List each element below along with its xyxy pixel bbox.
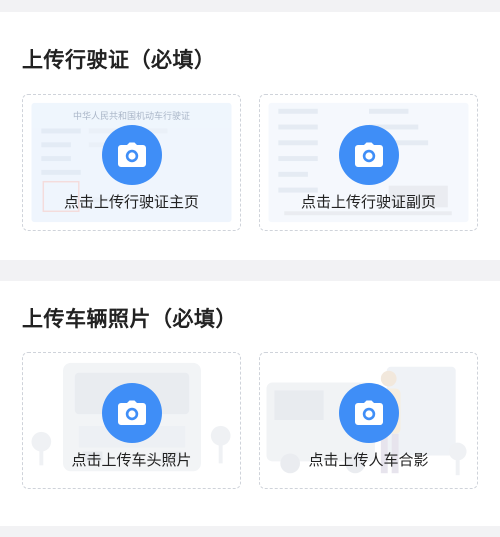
- section-title: 上传行驶证（必填）: [22, 48, 216, 72]
- upload-license-front-button[interactable]: 中华人民共和国机动车行驶证 点击上传行驶证主页: [22, 94, 241, 231]
- camera-icon: [101, 125, 162, 185]
- license-art-title: 中华人民共和国机动车行驶证: [72, 112, 190, 122]
- upload-label: 点击上传行驶证副页: [300, 193, 436, 211]
- upload-label: 点击上传行驶证主页: [63, 193, 199, 211]
- camera-icon: [101, 383, 162, 443]
- upload-label: 点击上传车头照片: [71, 451, 192, 469]
- section-title: 上传车辆照片（必填）: [22, 307, 237, 331]
- upload-license-back-button[interactable]: 点击上传行驶证副页: [259, 94, 478, 231]
- upload-person-vehicle-button[interactable]: 点击上传人车合影: [259, 352, 478, 489]
- vehicle-photo-section: 上传车辆照片（必填） 点击上传车头照片 点击上传人车合影: [0, 281, 500, 526]
- camera-icon: [338, 125, 399, 185]
- upload-label: 点击上传人车合影: [308, 451, 429, 469]
- camera-icon: [338, 383, 399, 443]
- upload-vehicle-front-button[interactable]: 点击上传车头照片: [22, 352, 241, 489]
- vehicle-license-section: 上传行驶证（必填） 中华人民共和国机动车行驶证 点击上传行驶证主页 点击上传行驶…: [0, 12, 500, 260]
